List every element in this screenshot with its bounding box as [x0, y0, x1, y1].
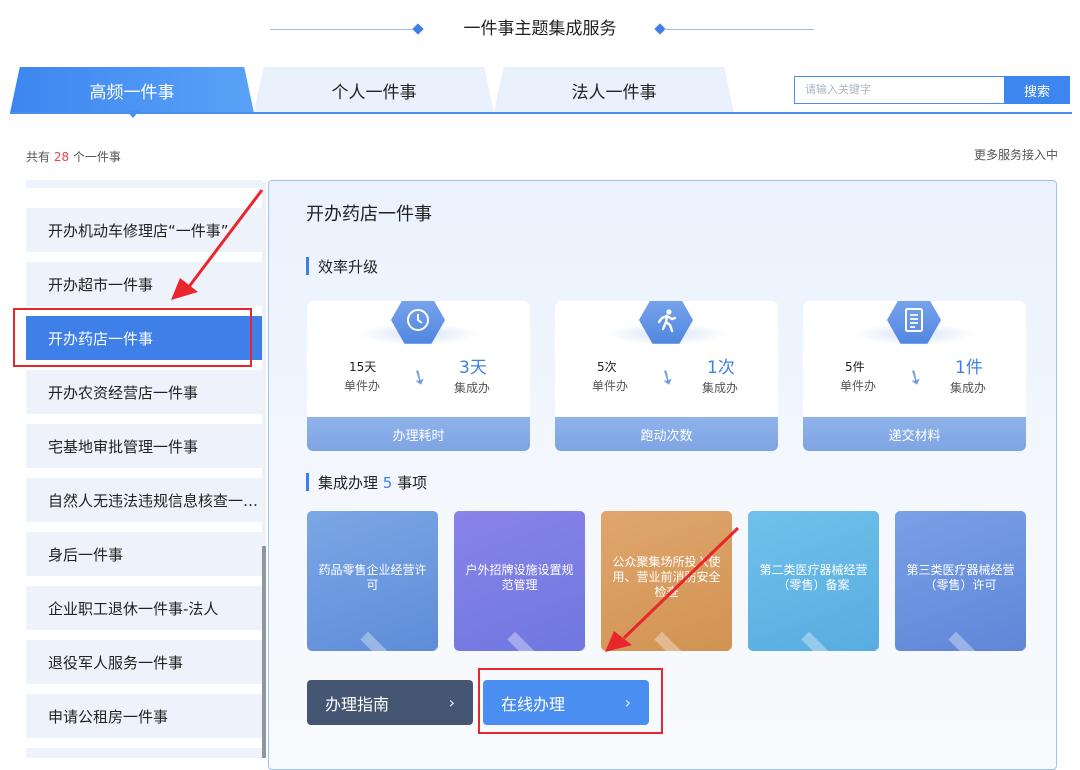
- arrow-icon: ➘: [406, 362, 433, 392]
- before-label: 单件办: [344, 379, 381, 393]
- tab-caret-icon: [126, 110, 140, 118]
- sidebar-item-motor-repair[interactable]: 开办机动车修理店“一件事”: [26, 208, 262, 252]
- tab-label: 个人一件事: [331, 82, 417, 103]
- guide-button[interactable]: 办理指南 ›: [307, 680, 473, 725]
- tab-personal[interactable]: 个人一件事: [254, 67, 494, 113]
- before-value: 5件: [845, 360, 865, 374]
- chevron-right-icon: ›: [624, 693, 631, 712]
- page-title: 一件事主题集成服务: [463, 19, 617, 39]
- card-footer: 办理耗时: [307, 417, 530, 451]
- count-number: 28: [53, 150, 70, 164]
- after-value: 3天: [459, 358, 487, 378]
- scrollbar-thumb[interactable]: [262, 546, 266, 758]
- integrated-count: 5: [382, 474, 393, 492]
- service-count: 共有 28 个一件事: [26, 150, 121, 164]
- online-apply-button[interactable]: 在线办理 ›: [483, 680, 649, 725]
- sidebar-item-public-housing[interactable]: 申请公租房一件事: [26, 694, 262, 738]
- tile-drug-retail-license[interactable]: 药品零售企业经营许可: [307, 511, 438, 651]
- sidebar-item-record-check[interactable]: 自然人无违法违规信息核查一…: [26, 478, 262, 522]
- sidebar-item-posthumous[interactable]: 身后一件事: [26, 532, 262, 576]
- tab-high-frequency[interactable]: 高频一件事: [10, 67, 254, 113]
- sidebar-item-pharmacy[interactable]: 开办药店一件事: [26, 316, 262, 360]
- before-value: 15天: [349, 360, 377, 374]
- panel-title: 开办药店一件事: [306, 204, 432, 225]
- sidebar-item-partial: [26, 180, 262, 188]
- stat-card-trips: 5次 单件办 ➘ 1次 集成办 跑动次数: [555, 301, 778, 451]
- stat-card-materials: 5件 单件办 ➘ 1件 集成办 递交材料: [803, 301, 1026, 451]
- tab-label: 高频一件事: [89, 82, 175, 103]
- arrow-icon: ➘: [654, 362, 681, 392]
- section-marker: [306, 257, 309, 275]
- after-label: 集成办: [950, 381, 987, 395]
- sidebar-item-supermarket[interactable]: 开办超市一件事: [26, 262, 262, 306]
- before-value: 5次: [597, 360, 617, 374]
- tab-underline: [10, 112, 1072, 114]
- sidebar-item-partial: [26, 748, 262, 758]
- check-icon: [507, 589, 585, 651]
- after-label: 集成办: [702, 381, 739, 395]
- sidebar: 开办机动车修理店“一件事” 开办超市一件事 开办药店一件事 开办农资经营店一件事…: [26, 180, 262, 758]
- check-icon: [360, 589, 438, 651]
- before-label: 单件办: [840, 379, 877, 393]
- after-value: 1件: [955, 358, 983, 378]
- card-footer: 递交材料: [803, 417, 1026, 451]
- sidebar-item-agri-store[interactable]: 开办农资经营店一件事: [26, 370, 262, 414]
- integrated-title: 集成办理 5 事项: [318, 474, 428, 492]
- arrow-icon: ➘: [902, 362, 929, 392]
- section-marker: [306, 473, 309, 491]
- sidebar-item-homestead[interactable]: 宅基地审批管理一件事: [26, 424, 262, 468]
- stat-card-time: 15天 单件办 ➘ 3天 集成办 办理耗时: [307, 301, 530, 451]
- search-input[interactable]: [794, 76, 1004, 104]
- check-icon: [948, 589, 1026, 651]
- tile-outdoor-signage[interactable]: 户外招牌设施设置规范管理: [454, 511, 585, 651]
- more-services-label: 更多服务接入中: [973, 148, 1058, 162]
- before-label: 单件办: [592, 379, 629, 393]
- chevron-right-icon: ›: [448, 693, 455, 712]
- after-label: 集成办: [454, 381, 491, 395]
- tile-class2-device-filing[interactable]: 第二类医疗器械经营（零售）备案: [748, 511, 879, 651]
- tab-label: 法人一件事: [571, 82, 657, 103]
- card-footer: 跑动次数: [555, 417, 778, 451]
- search-button[interactable]: 搜索: [1004, 76, 1070, 104]
- sidebar-item-veterans[interactable]: 退役军人服务一件事: [26, 640, 262, 684]
- check-icon: [801, 589, 879, 651]
- tile-fire-safety-check[interactable]: 公众聚集场所投入使用、营业前消防安全检查: [601, 511, 732, 651]
- tab-corporate[interactable]: 法人一件事: [494, 67, 734, 113]
- sidebar-item-retirement[interactable]: 企业职工退休一件事-法人: [26, 586, 262, 630]
- after-value: 1次: [707, 358, 735, 378]
- tile-class3-device-license[interactable]: 第三类医疗器械经营（零售）许可: [895, 511, 1026, 651]
- efficiency-title: 效率升级: [318, 258, 379, 276]
